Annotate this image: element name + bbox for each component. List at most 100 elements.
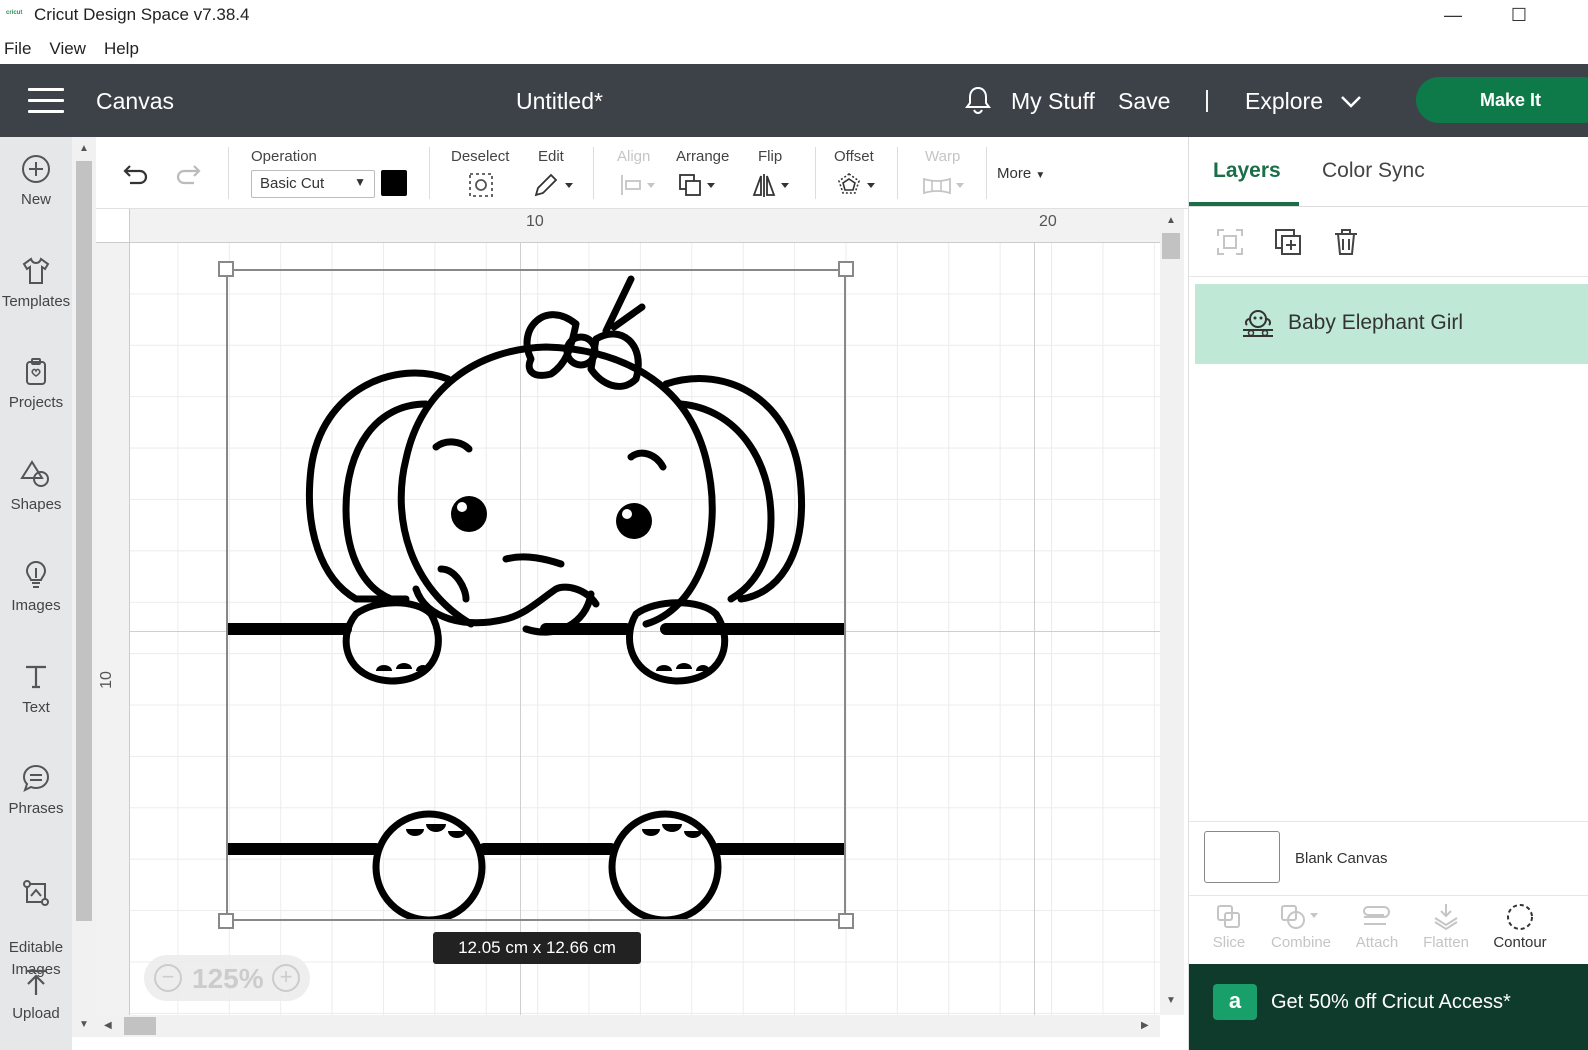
sidebar-label-templates: Templates <box>1 293 71 310</box>
title-bar: cricut Cricut Design Space v7.38.4 — ☐ <box>0 0 1588 30</box>
scroll-left-arrow-icon[interactable]: ◀ <box>104 1020 112 1031</box>
my-stuff-link[interactable]: My Stuff <box>1011 88 1095 115</box>
ruler-tick-label: 20 <box>1039 213 1057 230</box>
sidebar-item-upload[interactable]: Upload <box>0 967 72 1022</box>
sidebar-scrollbar[interactable]: ▲ ▼ <box>72 137 96 1037</box>
ruler-vertical: 10 <box>96 209 130 1015</box>
arrange-label: Arrange <box>676 148 730 165</box>
selection-bounding-box <box>226 269 846 921</box>
sidebar-item-new[interactable]: New <box>0 153 72 208</box>
resize-handle-bottom-right[interactable] <box>838 913 854 929</box>
scroll-up-arrow-icon[interactable]: ▲ <box>79 143 89 154</box>
tab-layers[interactable]: Layers <box>1213 159 1281 183</box>
scroll-right-arrow-icon[interactable]: ▶ <box>1141 1020 1149 1031</box>
shapes-icon <box>20 460 49 487</box>
flip-label: Flip <box>758 148 783 165</box>
toolbar-divider <box>815 147 816 199</box>
sidebar-item-editable-images[interactable]: Editable Images <box>0 855 72 981</box>
menu-help[interactable]: Help <box>104 39 139 59</box>
canvas-horizontal-scrollbar[interactable]: ◀ ▶ <box>96 1015 1160 1037</box>
menu-file[interactable]: File <box>4 39 31 59</box>
scroll-down-arrow-icon[interactable]: ▼ <box>1166 995 1176 1006</box>
cricut-access-badge-icon: a <box>1213 984 1257 1020</box>
cricut-access-promo[interactable]: a Get 50% off Cricut Access* <box>1189 964 1588 1050</box>
sidebar-item-text[interactable]: Text <box>0 661 72 716</box>
vertical-scroll-thumb[interactable] <box>1162 233 1180 259</box>
horizontal-scroll-thumb[interactable] <box>124 1017 156 1035</box>
sidebar-item-phrases[interactable]: Phrases <box>0 762 72 817</box>
panel-tabs: Layers Color Sync <box>1189 137 1588 207</box>
slice-label: Slice <box>1212 934 1246 951</box>
operation-value: Basic Cut <box>260 175 325 192</box>
maximize-button[interactable]: ☐ <box>1496 0 1542 30</box>
trash-icon[interactable] <box>1331 227 1361 257</box>
layer-toolbar <box>1189 209 1588 277</box>
zoom-level: 125% <box>192 963 264 994</box>
sidebar-label-phrases: Phrases <box>8 800 64 817</box>
edit-toolbar: Operation Basic Cut ▼ Deselect Edit Alig… <box>96 137 1188 209</box>
tab-color-sync[interactable]: Color Sync <box>1322 159 1425 183</box>
resize-handle-bottom-left[interactable] <box>218 913 234 929</box>
resize-handle-top-right[interactable] <box>838 261 854 277</box>
undo-icon[interactable] <box>118 159 150 191</box>
toolbar-divider <box>986 147 987 199</box>
flatten-icon <box>1434 904 1458 931</box>
align-label: Align <box>617 148 651 165</box>
combine-label: Combine <box>1270 934 1332 951</box>
layer-actions: Slice Combine Attach Flatten Contour <box>1189 895 1588 963</box>
chevron-down-icon[interactable] <box>1340 92 1362 110</box>
header-separator: | <box>1204 86 1210 112</box>
deselect-icon[interactable] <box>467 171 495 199</box>
more-dropdown[interactable]: More ▼ <box>997 165 1045 182</box>
duplicate-icon[interactable] <box>1273 227 1303 257</box>
ruler-horizontal: 10 20 <box>96 209 1160 243</box>
operation-color-swatch[interactable] <box>381 170 407 196</box>
hamburger-menu-icon[interactable] <box>28 88 64 114</box>
design-canvas[interactable]: 10 20 10 12.05 cm x 12.66 cm − 125% + <box>96 209 1160 1015</box>
upload-icon <box>26 969 46 995</box>
blank-canvas-label: Blank Canvas <box>1295 850 1388 867</box>
more-label: More <box>997 165 1032 182</box>
tshirt-icon <box>22 257 50 284</box>
flatten-button: Flatten <box>1408 896 1484 951</box>
minimize-button[interactable]: — <box>1430 0 1476 30</box>
zoom-control: − 125% + <box>144 955 310 1001</box>
window-title: Cricut Design Space v7.38.4 <box>34 5 250 24</box>
make-it-button[interactable]: Make It <box>1416 77 1588 123</box>
slice-icon <box>1217 905 1240 928</box>
right-panel: Layers Color Sync Baby Elephant Girl Bla… <box>1188 137 1588 1050</box>
flip-icon[interactable] <box>752 171 794 199</box>
speech-bubble-icon <box>22 764 50 792</box>
sidebar-item-images[interactable]: Images <box>0 559 72 614</box>
canvas-vertical-scrollbar[interactable]: ▲ ▼ <box>1160 209 1184 1015</box>
pencil-icon[interactable] <box>532 171 574 199</box>
redo-icon[interactable] <box>174 159 206 191</box>
sidebar-scroll-thumb[interactable] <box>76 161 92 921</box>
zoom-in-button[interactable]: + <box>272 964 300 992</box>
offset-icon[interactable] <box>836 171 878 199</box>
operation-select[interactable]: Basic Cut ▼ <box>251 170 375 198</box>
sidebar-item-projects[interactable]: Projects <box>0 356 72 411</box>
resize-handle-top-left[interactable] <box>218 261 234 277</box>
sidebar-item-templates[interactable]: Templates <box>0 255 72 310</box>
sidebar-item-shapes[interactable]: Shapes <box>0 458 72 513</box>
bell-icon[interactable] <box>962 84 994 116</box>
app-window: cricut Cricut Design Space v7.38.4 — ☐ F… <box>0 0 1588 1050</box>
blank-canvas-row[interactable]: Blank Canvas <box>1189 821 1588 897</box>
plus-circle-icon <box>22 155 50 183</box>
zoom-out-button[interactable]: − <box>154 964 182 992</box>
text-icon <box>26 665 46 689</box>
warp-icon <box>923 177 964 195</box>
scroll-down-arrow-icon[interactable]: ▼ <box>79 1019 89 1030</box>
dimensions-tooltip: 12.05 cm x 12.66 cm <box>433 932 641 964</box>
arrange-icon[interactable] <box>678 171 720 199</box>
align-icon <box>621 175 655 195</box>
scroll-up-arrow-icon[interactable]: ▲ <box>1166 215 1176 226</box>
contour-button[interactable]: Contour <box>1482 896 1558 951</box>
group-icon <box>1217 229 1243 255</box>
menu-view[interactable]: View <box>49 39 86 59</box>
layer-item[interactable]: Baby Elephant Girl <box>1195 284 1588 364</box>
save-button[interactable]: Save <box>1118 88 1170 115</box>
document-title[interactable]: Untitled* <box>516 88 603 115</box>
explore-dropdown[interactable]: Explore <box>1245 88 1323 115</box>
